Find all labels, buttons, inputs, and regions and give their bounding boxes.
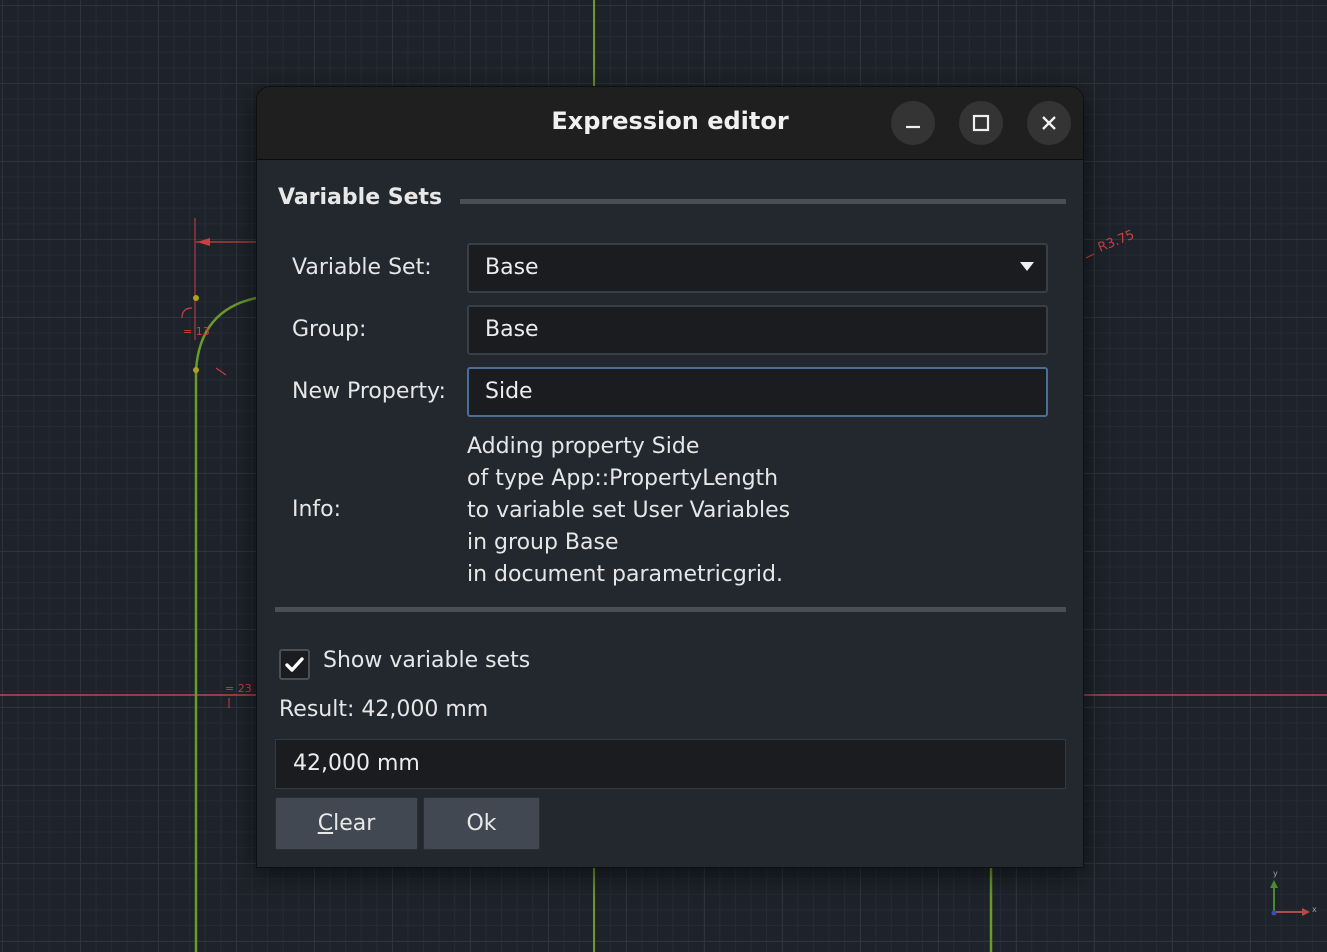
axis-label-x: x	[1312, 905, 1317, 914]
checkmark-icon	[285, 657, 304, 672]
title-bar[interactable]: Expression editor	[257, 87, 1083, 160]
maximize-button[interactable]	[959, 101, 1003, 145]
axis-cross-icon: y x	[1270, 869, 1317, 916]
section-separator	[275, 607, 1066, 612]
radius-marker	[181, 307, 193, 319]
group-value: Base	[485, 317, 539, 342]
info-label: Info:	[292, 497, 342, 522]
expression-value: 42,000 mm	[293, 751, 420, 776]
sketch-point	[193, 295, 199, 301]
close-button[interactable]	[1027, 101, 1071, 145]
variable-set-label: Variable Set:	[292, 255, 432, 280]
dimension-label: = 23	[225, 682, 252, 695]
result-text: Result: 42,000 mm	[279, 697, 489, 722]
info-text: Adding property Side of type App::Proper…	[467, 431, 790, 591]
maximize-icon	[972, 114, 990, 132]
new-property-input[interactable]: Side	[467, 367, 1048, 417]
radius-leader	[1085, 253, 1095, 259]
group-field[interactable]: Base	[467, 305, 1048, 355]
expression-editor-dialog: Expression editor Variable Sets Variable…	[256, 86, 1084, 868]
expression-input[interactable]: 42,000 mm	[275, 739, 1066, 789]
minimize-button[interactable]	[891, 101, 935, 145]
dimension-label: = 13	[183, 325, 210, 338]
close-icon	[1042, 116, 1056, 130]
new-property-value: Side	[485, 379, 533, 404]
ok-button[interactable]: Ok	[423, 797, 540, 850]
clear-button[interactable]: Clear	[275, 797, 418, 850]
new-property-label: New Property:	[292, 379, 446, 404]
clear-label: lear	[333, 811, 376, 836]
info-line: in document parametricgrid.	[467, 562, 783, 587]
sketch-point	[193, 367, 199, 373]
show-variable-sets-label[interactable]: Show variable sets	[323, 648, 530, 673]
variable-sets-group-title: Variable Sets	[278, 185, 443, 210]
radius-label: R3.75	[1096, 228, 1137, 256]
variable-set-value: Base	[485, 255, 539, 280]
group-divider	[460, 199, 1066, 204]
show-variable-sets-checkbox[interactable]	[279, 649, 310, 680]
info-line: to variable set User Variables	[467, 498, 791, 523]
info-line: in group Base	[467, 530, 619, 555]
info-line: of type App::PropertyLength	[467, 466, 779, 491]
clear-mnemonic: C	[317, 811, 334, 836]
minimize-icon	[906, 125, 920, 129]
axis-label-y: y	[1273, 869, 1278, 878]
chevron-down-icon	[1020, 262, 1034, 271]
group-label: Group:	[292, 317, 367, 342]
dimension-arrow	[197, 238, 210, 246]
variable-set-combobox[interactable]: Base	[467, 243, 1048, 293]
ok-label: Ok	[466, 811, 497, 836]
radius-marker	[215, 367, 227, 376]
info-line: Adding property Side	[467, 434, 700, 459]
